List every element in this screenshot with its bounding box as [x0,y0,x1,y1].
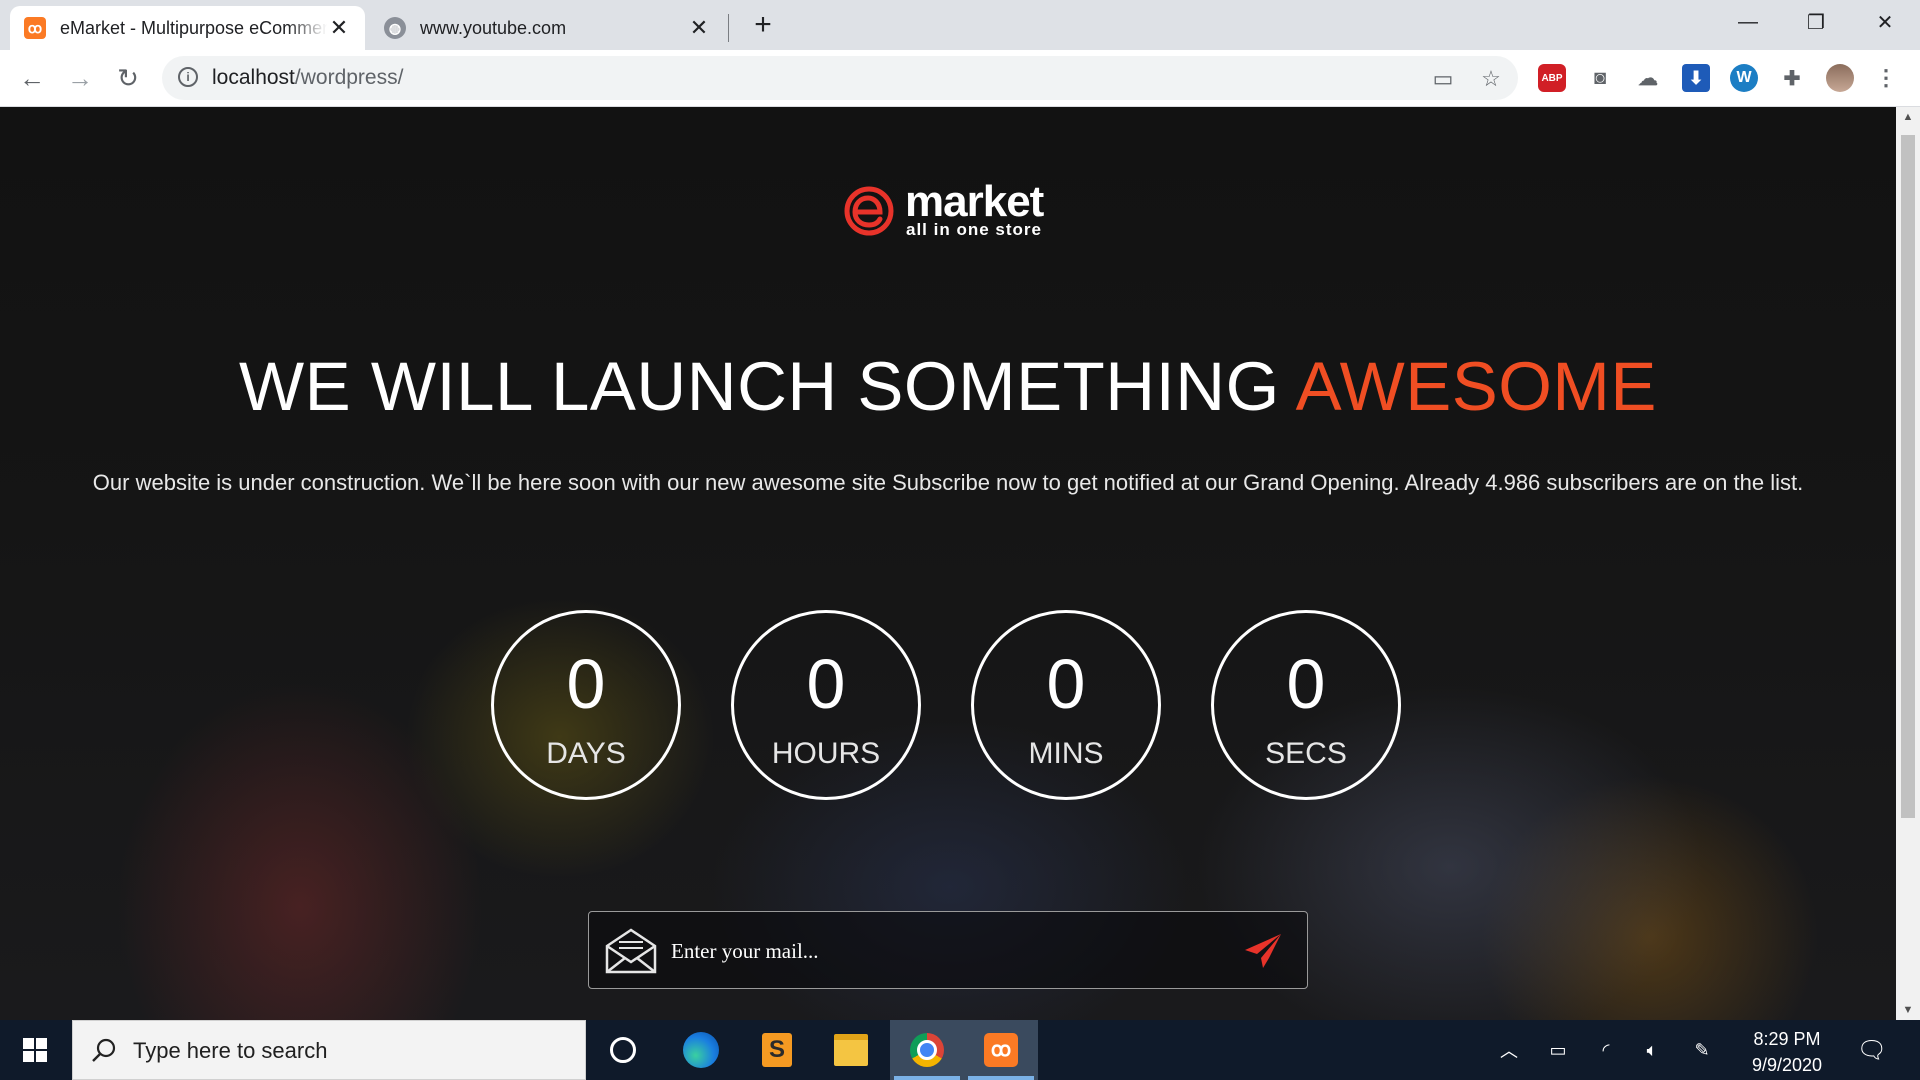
tab-title: eMarket - Multipurpose eCommerce [60,17,327,38]
countdown-label: MINS [1028,737,1104,770]
clock-time: 8:29 PM [1753,1029,1821,1049]
url-host: localhost [212,66,295,89]
url-text: localhost/wordpress/ [212,66,403,90]
countdown-value: 0 [806,645,846,723]
volume-icon[interactable]: 🔈︎ [1634,1020,1670,1080]
countdown-value: 0 [566,645,606,723]
start-button[interactable] [0,1020,70,1080]
countdown-value: 0 [1046,645,1086,723]
windows-taskbar: Type here to search S ꝏ ︿ ▭ ◜ 🔈︎ ✎ 8:29 … [0,1020,1920,1080]
envelope-icon [605,928,657,974]
download-icon[interactable]: ⬇ [1682,64,1710,92]
extensions-puzzle-icon[interactable]: ✚ [1778,64,1806,92]
globe-icon: ◍ [384,17,406,39]
back-button[interactable]: ← [16,62,48,94]
menu-dots-icon[interactable]: ⋮ [1872,64,1900,92]
tab-title: www.youtube.com [420,17,567,38]
notification-icon[interactable]: 🗨︎ [1852,1020,1892,1080]
coming-soon-page: market all in one store WE WILL LAUNCH S… [0,107,1896,1020]
countdown-mins: 0 MINS [971,610,1161,800]
reload-button[interactable]: ↻ [112,62,144,94]
cortana-icon[interactable] [586,1020,660,1080]
windows-logo-icon [23,1038,47,1062]
url-path: /wordpress/ [294,66,404,89]
edge-icon[interactable] [664,1020,738,1080]
profile-avatar[interactable] [1826,64,1854,92]
battery-icon[interactable]: ▭ [1540,1020,1576,1080]
taskbar-search[interactable]: Type here to search [72,1020,586,1080]
pen-icon[interactable]: ✎ [1684,1020,1720,1080]
forward-button[interactable]: → [64,62,96,94]
countdown-label: SECS [1265,737,1347,770]
search-placeholder: Type here to search [133,1038,328,1063]
countdown-hours: 0 HOURS [731,610,921,800]
tab-strip: ꝏ eMarket - Multipurpose eCommerce ✕ ◍ w… [0,0,1920,50]
countdown-label: HOURS [771,737,881,770]
page-scrollbar[interactable]: ▲ ▼ [1896,107,1920,1020]
logo-tagline: all in one store [906,220,1042,239]
restore-button[interactable]: ❐ [1786,4,1846,40]
window-close-button[interactable]: ✕ [1855,4,1915,40]
countdown-label: DAYS [546,737,626,770]
close-icon[interactable]: ✕ [687,15,711,40]
tab-youtube[interactable]: ◍ www.youtube.com ✕ [370,6,725,50]
chevron-up-icon[interactable]: ︿ [1492,1020,1526,1080]
site-info-icon[interactable]: i [178,67,198,87]
camera-icon[interactable]: ◙ [1586,64,1614,92]
headline-accent: AWESOME [1295,348,1657,425]
page-subtitle: Our website is under construction. We`ll… [92,470,1804,495]
browser-toolbar: ← → ↻ i localhost/wordpress/ ▭ ☆ ABP ◙ ☁… [0,50,1920,107]
close-icon[interactable]: ✕ [327,15,351,40]
send-plane-icon[interactable] [1243,932,1283,970]
email-field[interactable] [669,930,1193,972]
emarket-logo[interactable]: market all in one store [843,177,1053,239]
emarket-e-icon [844,186,894,236]
search-icon [92,1038,116,1062]
cloud-sync-icon[interactable]: ☁ [1634,64,1662,92]
adblock-icon[interactable]: ABP [1538,64,1566,92]
countdown-secs: 0 SECS [1211,610,1401,800]
chrome-icon[interactable] [890,1020,964,1080]
headline-text: WE WILL LAUNCH SOMETHING [239,348,1280,425]
address-bar[interactable]: i localhost/wordpress/ ▭ ☆ [162,56,1518,100]
tab-divider [728,14,729,42]
wifi-icon[interactable]: ◜ [1588,1020,1624,1080]
taskbar-clock[interactable]: 8:29 PM 9/9/2020 [1720,1026,1854,1078]
scrollbar-thumb[interactable] [1901,135,1915,818]
sublime-icon[interactable]: S [740,1020,814,1080]
tab-emarket[interactable]: ꝏ eMarket - Multipurpose eCommerce ✕ [10,6,365,50]
countdown-days: 0 DAYS [491,610,681,800]
countdown-value: 0 [1286,645,1326,723]
page-title: WE WILL LAUNCH SOMETHING AWESOME [0,347,1896,426]
xampp-icon[interactable]: ꝏ [964,1020,1038,1080]
scroll-up-icon[interactable]: ▲ [1896,107,1920,127]
subscribe-form [588,911,1308,989]
bookmark-star-icon[interactable]: ☆ [1478,66,1504,92]
wordpress-icon[interactable]: W [1730,64,1758,92]
clock-date: 9/9/2020 [1751,1055,1823,1075]
minimize-button[interactable]: — [1718,4,1778,40]
new-tab-button[interactable]: + [748,8,778,41]
scroll-down-icon[interactable]: ▼ [1896,1000,1920,1020]
cast-icon[interactable]: ▭ [1430,66,1456,92]
file-explorer-icon[interactable] [814,1020,888,1080]
xampp-icon: ꝏ [24,17,46,39]
